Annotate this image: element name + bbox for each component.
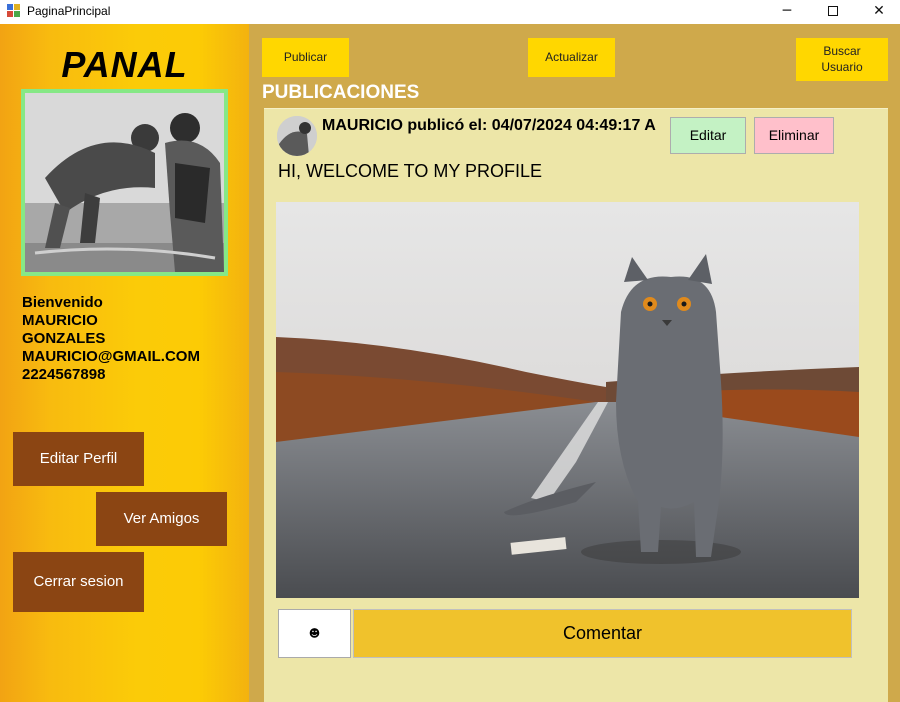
welcome-label: Bienvenido — [22, 294, 103, 311]
close-button[interactable]: ✕ — [856, 0, 900, 24]
logout-button[interactable]: Cerrar sesion — [13, 552, 144, 612]
feed-panel[interactable]: MAURICIO publicó el: 04/07/2024 04:49:17… — [264, 108, 888, 702]
section-title: PUBLICACIONES — [262, 82, 420, 103]
profile-photo — [25, 93, 224, 272]
post-image — [276, 202, 859, 598]
delete-post-button[interactable]: Eliminar — [754, 117, 834, 154]
post-text: HI, WELCOME TO MY PROFILE — [278, 161, 543, 181]
comment-button[interactable]: Comentar — [353, 609, 852, 658]
main-panel: Publicar Actualizar Buscar Usuario PUBLI… — [249, 24, 900, 702]
maximize-icon — [828, 6, 838, 16]
user-first-name: MAURICIO — [22, 312, 98, 329]
window-title: PaginaPrincipal — [27, 4, 111, 18]
minimize-button[interactable]: ─ — [764, 0, 810, 24]
user-info: Bienvenido MAURICIO GONZALES MAURICIO@GM… — [22, 294, 200, 384]
app-icon — [7, 4, 21, 18]
brand-logo: PANAL — [61, 44, 188, 85]
search-user-label-line1: Buscar — [823, 44, 861, 58]
user-last-name: GONZALES — [22, 330, 106, 347]
edit-profile-button[interactable]: Editar Perfil — [13, 432, 144, 486]
search-user-label-line2: Usuario — [821, 60, 863, 74]
user-phone: 2224567898 — [22, 366, 106, 383]
post-image-cat-on-road — [276, 202, 859, 598]
post-author-avatar — [277, 116, 317, 156]
emoji-button[interactable]: ☻ — [278, 609, 351, 658]
edit-post-button[interactable]: Editar — [670, 117, 746, 154]
search-user-button[interactable]: Buscar Usuario — [796, 38, 888, 81]
title-bar: PaginaPrincipal ─ ✕ — [0, 0, 900, 24]
profile-photo-frame — [21, 89, 228, 276]
refresh-button[interactable]: Actualizar — [528, 38, 615, 77]
publish-button[interactable]: Publicar — [262, 38, 349, 77]
view-friends-button[interactable]: Ver Amigos — [96, 492, 227, 546]
user-email: MAURICIO@GMAIL.COM — [22, 348, 200, 365]
post-author-avatar-image — [277, 116, 317, 156]
maximize-button[interactable] — [810, 0, 856, 24]
sidebar: PANAL Bienvenido MAURICIO GONZALES MAURI… — [0, 24, 249, 702]
post-header: MAURICIO publicó el: 04/07/2024 04:49:17… — [322, 117, 656, 134]
